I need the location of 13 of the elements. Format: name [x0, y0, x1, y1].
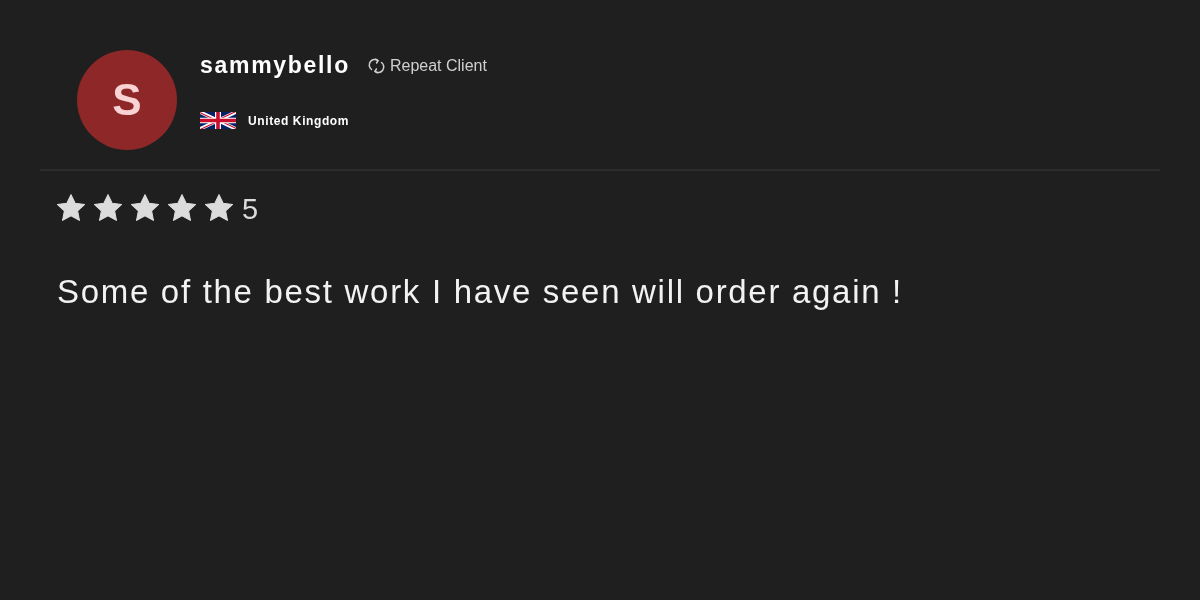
rating-value: 5: [242, 195, 259, 224]
flag-icon: [200, 112, 236, 129]
star-icon: [131, 194, 159, 221]
avatar: S: [77, 50, 177, 150]
repeat-icon: [367, 57, 385, 74]
country-name: United Kingdom: [248, 113, 350, 128]
star-icon: [57, 194, 85, 221]
star-icon: [205, 194, 233, 221]
username: sammybello: [200, 52, 350, 79]
star-icon: [168, 194, 196, 221]
star-icon: [94, 194, 122, 221]
review-text: Some of the best work I have seen will order again !: [57, 272, 904, 312]
repeat-client-label: Repeat Client: [389, 56, 487, 75]
